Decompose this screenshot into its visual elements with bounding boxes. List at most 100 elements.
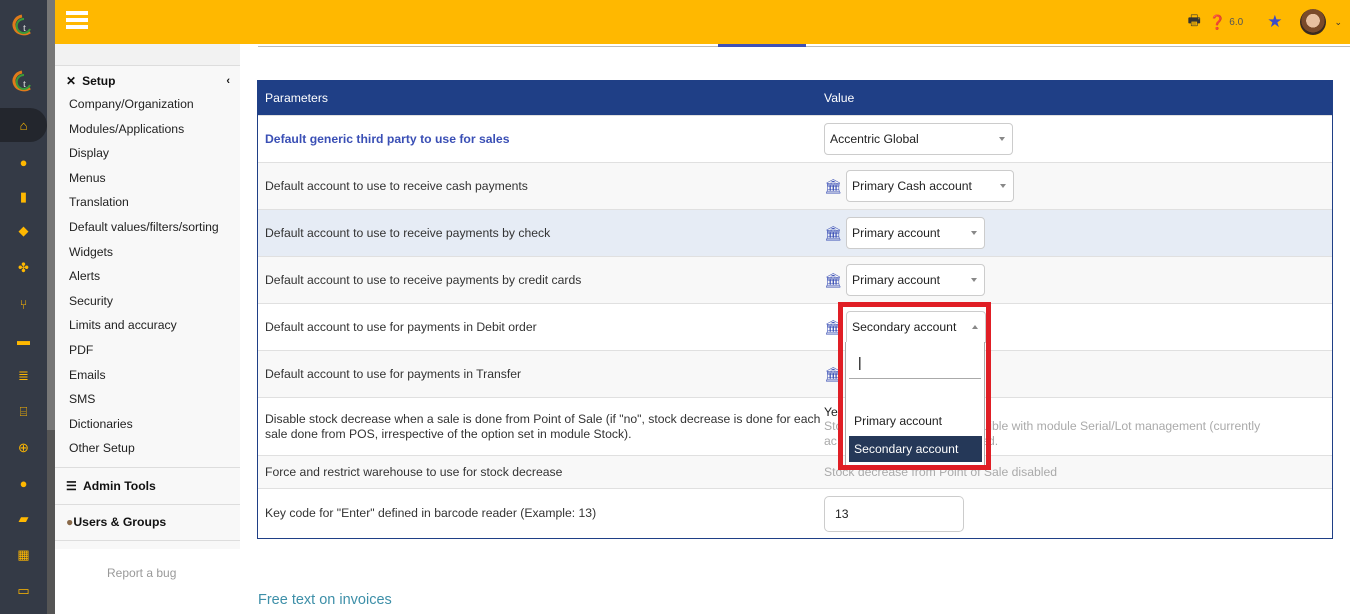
- param-label: Disable stock decrease when a sale is do…: [265, 411, 821, 441]
- cash-account-select[interactable]: Primary Cash account: [846, 170, 1014, 202]
- free-text-invoices-heading: Free text on invoices: [258, 592, 392, 608]
- menu-item-emails[interactable]: Emails: [55, 363, 240, 388]
- select-value: Primary account: [852, 273, 941, 287]
- menu-item-sms[interactable]: SMS: [55, 387, 240, 412]
- header-parameters: Parameters: [265, 90, 328, 105]
- bank-icon: 🏛: [824, 224, 842, 241]
- user-icon[interactable]: ●: [0, 145, 47, 179]
- caret-up-icon: [972, 325, 978, 329]
- dropdown-option[interactable]: Primary account: [849, 408, 982, 434]
- select-value: Primary account: [852, 226, 941, 240]
- menu-item-limits[interactable]: Limits and accuracy: [55, 313, 240, 338]
- svg-text:t: t: [23, 78, 26, 90]
- menu-section-setup[interactable]: ✕ Setup ‹: [55, 70, 240, 92]
- table-row: Disable stock decrease when a sale is do…: [258, 397, 1332, 455]
- table-header: Parameters Value: [258, 80, 1332, 115]
- menu-item-modules[interactable]: Modules/Applications: [55, 117, 240, 142]
- top-bar: 🖶 ❓ 6.0 ★ ⌄: [55, 0, 1350, 44]
- calendar-icon[interactable]: ▦: [0, 538, 47, 572]
- menu-item-alerts[interactable]: Alerts: [55, 264, 240, 289]
- building-icon[interactable]: ▮: [0, 180, 47, 214]
- product-box-icon[interactable]: ◆: [0, 214, 47, 248]
- select-value: Accentric Global: [830, 132, 919, 146]
- menu-section-users-groups[interactable]: ● Users & Groups: [55, 503, 240, 541]
- sidebar-scrollbar-thumb[interactable]: [47, 430, 55, 614]
- menu-item-company[interactable]: Company/Organization: [55, 92, 240, 117]
- param-label: Default account to use for payments in D…: [265, 319, 537, 334]
- param-value: Stock decrease from Point of Sale disabl…: [824, 464, 1058, 479]
- menu-item-widgets[interactable]: Widgets: [55, 240, 240, 265]
- dropdown-option-selected[interactable]: Secondary account: [849, 436, 982, 462]
- table-row: Force and restrict warehouse to use for …: [258, 455, 1332, 488]
- bank-icon[interactable]: ⌸: [0, 395, 47, 429]
- coins-icon[interactable]: ≣: [0, 359, 47, 393]
- table-row: Key code for "Enter" defined in barcode …: [258, 488, 1332, 538]
- user-tie-icon[interactable]: ●: [0, 466, 47, 500]
- select-value: Primary Cash account: [852, 179, 972, 193]
- hamburger-icon[interactable]: [66, 11, 88, 29]
- menu-item-default-values[interactable]: Default values/filters/sorting: [55, 215, 240, 240]
- tools-icon: ✕: [66, 74, 77, 88]
- menu-item-pdf[interactable]: PDF: [55, 338, 240, 363]
- printer-icon[interactable]: 🖶: [1188, 10, 1201, 34]
- briefcase-icon[interactable]: ▬: [0, 323, 47, 357]
- header-value: Value: [824, 90, 855, 105]
- caret-down-icon: [971, 231, 977, 235]
- table-row: Default account to use for payments in T…: [258, 350, 1332, 397]
- table-row: Default account to use for payments in D…: [258, 303, 1332, 350]
- param-label: Default account to use to receive paymen…: [265, 272, 582, 287]
- users-groups-label: Users & Groups: [73, 515, 167, 530]
- user-icon: ●: [66, 515, 74, 530]
- debit-order-account-select[interactable]: Secondary account: [846, 311, 986, 343]
- server-icon: ☰: [66, 478, 77, 493]
- chevron-left-icon[interactable]: ‹: [226, 75, 230, 87]
- star-icon[interactable]: ★: [1267, 12, 1282, 32]
- param-label: Default account to use for payments in T…: [265, 366, 522, 381]
- parameters-table: Parameters Value Default generic third p…: [257, 80, 1333, 539]
- menu-section-admin-tools[interactable]: ☰ Admin Tools: [55, 466, 240, 504]
- table-row: Default account to use to receive cash p…: [258, 162, 1332, 209]
- caret-down-icon: [1000, 184, 1006, 188]
- project-tree-icon[interactable]: ⑂: [0, 287, 47, 321]
- setup-menu: ✕ Setup ‹ Company/Organization Modules/A…: [55, 44, 240, 549]
- report-bug-link[interactable]: Report a bug: [107, 566, 176, 580]
- param-label: Default account to use to receive paymen…: [265, 225, 551, 240]
- bank-icon: 🏛: [824, 365, 842, 382]
- search-dollar-icon[interactable]: ⊕: [0, 431, 47, 465]
- menu-item-dictionaries[interactable]: Dictionaries: [55, 412, 240, 437]
- ticket-icon[interactable]: ▭: [0, 574, 47, 608]
- third-party-select[interactable]: Accentric Global: [824, 123, 1013, 155]
- enter-keycode-input[interactable]: 13: [824, 495, 964, 532]
- app-logo-icon[interactable]: t: [8, 14, 36, 36]
- menu-item-display[interactable]: Display: [55, 141, 240, 166]
- menu-item-menus[interactable]: Menus: [55, 166, 240, 191]
- home-icon[interactable]: ⌂: [0, 108, 47, 142]
- help-circle-icon[interactable]: ❓: [1209, 14, 1226, 31]
- account-dropdown-panel: | Primary account Secondary account: [845, 342, 985, 466]
- table-row: Default account to use to receive paymen…: [258, 209, 1332, 256]
- menu-item-security[interactable]: Security: [55, 289, 240, 314]
- app-logo-icon[interactable]: t: [8, 70, 36, 92]
- check-account-select[interactable]: Primary account: [846, 217, 985, 249]
- param-label: Force and restrict warehouse to use for …: [265, 464, 563, 479]
- icon-rail: t t ⌂ ● ▮ ◆ ✤ ⑂ ▬ ≣ ⌸ ⊕ ● ▰ ▦ ▭: [0, 0, 47, 614]
- chevron-down-icon[interactable]: ⌄: [1334, 17, 1342, 28]
- version-label: 6.0: [1229, 16, 1244, 28]
- caret-down-icon: [971, 278, 977, 282]
- caret-down-icon: [999, 137, 1005, 141]
- bank-icon: 🏛: [824, 271, 842, 288]
- menu-item-other-setup[interactable]: Other Setup: [55, 436, 240, 461]
- admin-tools-label: Admin Tools: [82, 478, 156, 493]
- avatar[interactable]: [1300, 9, 1327, 35]
- bank-icon: 🏛: [824, 318, 842, 335]
- dropdown-search-input[interactable]: |: [849, 346, 981, 379]
- menu-stub: [55, 44, 240, 66]
- param-label: Default account to use to receive cash p…: [265, 178, 528, 193]
- cubes-icon[interactable]: ✤: [0, 251, 47, 285]
- svg-text:t: t: [23, 22, 26, 34]
- active-tab-indicator[interactable]: [718, 44, 806, 47]
- credit-card-account-select[interactable]: Primary account: [846, 264, 985, 296]
- folder-open-icon[interactable]: ▰: [0, 502, 47, 536]
- menu-item-translation[interactable]: Translation: [55, 190, 240, 215]
- param-label: Key code for "Enter" defined in barcode …: [265, 506, 597, 520]
